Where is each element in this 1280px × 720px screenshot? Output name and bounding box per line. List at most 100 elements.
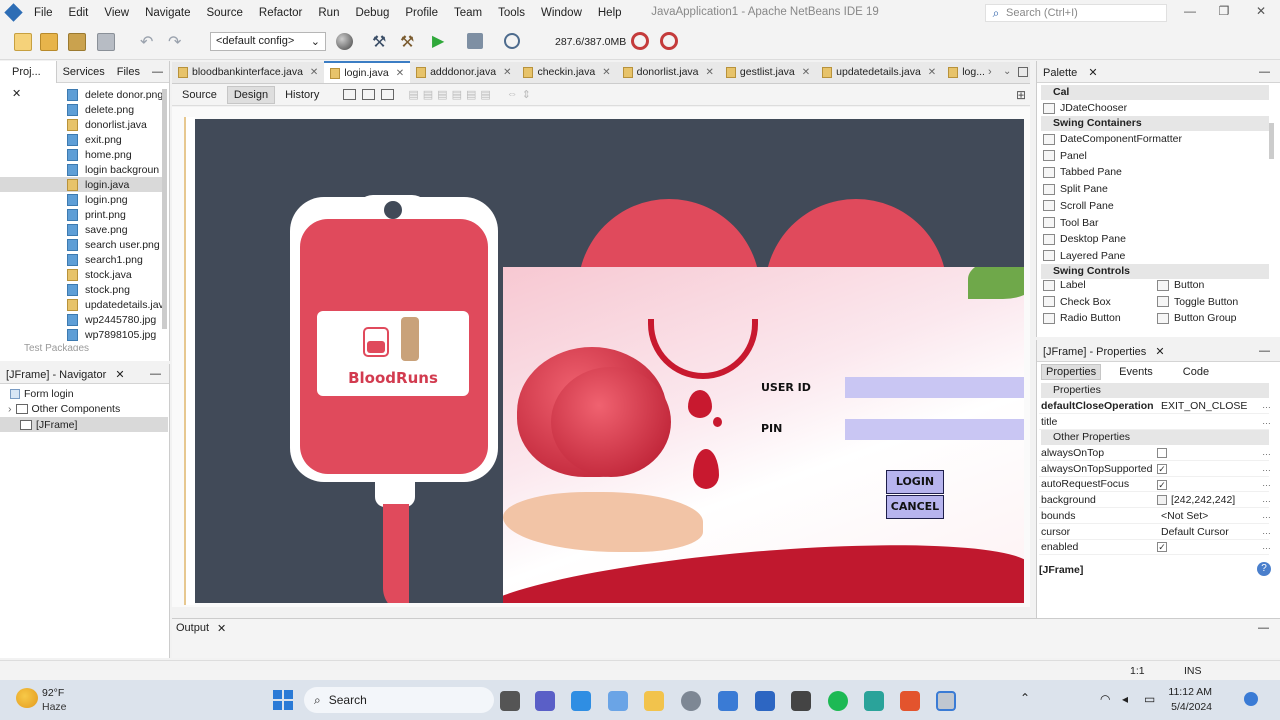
minimize-panel-icon[interactable]: — [146,66,169,78]
ellipsis-icon[interactable]: … [1262,526,1271,536]
property-row[interactable]: defaultCloseOperation EXIT_ON_CLOSE… [1039,398,1271,414]
close-icon[interactable]: ✕ [310,67,318,78]
clock-time[interactable]: 11:12 AM [1168,686,1212,698]
spotify-icon[interactable] [828,691,848,711]
file-tree-item[interactable]: updatedetails.jav [0,297,166,312]
palette-category-swing-containers[interactable]: Swing Containers [1041,116,1269,131]
volume-icon[interactable]: ◂ [1122,692,1128,706]
file-tree-item[interactable]: stock.png [0,282,166,297]
property-row[interactable]: title… [1039,414,1271,430]
memory-indicator[interactable]: 287.6/387.0MB [555,36,626,48]
property-row[interactable]: cursor Default Cursor… [1039,524,1271,540]
editor-tab[interactable]: updatedetails.java ✕ [816,61,942,83]
expand-icon[interactable]: ⊞ [1016,88,1026,102]
property-value[interactable]: ✓ [1157,463,1171,475]
linkedin-icon[interactable] [755,691,775,711]
output-tab[interactable]: Output ✕ [176,622,226,635]
center-horizontal-icon[interactable]: ▤ [437,88,447,101]
close-icon[interactable]: ✕ [602,67,610,78]
profile-icon[interactable] [504,33,520,49]
tab-code[interactable]: Code [1171,364,1221,380]
property-value[interactable]: ✓ [1157,478,1171,490]
property-value[interactable] [1157,447,1171,459]
palette-item[interactable]: Split Pane [1043,183,1108,195]
ellipsis-icon[interactable]: … [1262,400,1271,410]
search-input[interactable]: ⌕ Search (Ctrl+I) [985,4,1167,22]
property-value[interactable]: ✓ [1157,541,1171,553]
menu-debug[interactable]: Debug [347,7,397,19]
palette-item[interactable]: DateComponentFormatter [1043,133,1182,145]
config-select[interactable]: <default config> ⌄ [210,32,326,51]
file-tree-item[interactable]: donorlist.java [0,117,166,132]
align-right-icon[interactable]: ▤ [423,88,433,101]
menu-source[interactable]: Source [198,7,250,19]
file-tree-item[interactable]: delete.png [0,102,166,117]
close-icon[interactable]: ✕ [396,68,404,79]
properties-section-main[interactable]: Properties [1041,383,1269,398]
close-window-button[interactable]: ✕ [1246,4,1276,22]
projects-scrollbar[interactable] [162,89,167,329]
help-icon[interactable]: ? [1257,562,1271,576]
tabs-scroll-right-icon[interactable]: › [988,66,992,78]
file-tree-item[interactable]: home.png [0,147,166,162]
profiler-snapshot-icon[interactable] [660,32,678,50]
ellipsis-icon[interactable]: … [1262,416,1271,426]
palette-item[interactable]: Radio Button [1043,312,1121,324]
ellipsis-icon[interactable]: … [1262,447,1271,457]
history-button[interactable]: History [279,87,325,103]
settings-icon[interactable] [681,691,701,711]
menu-file[interactable]: File [26,7,61,19]
pin-input[interactable] [845,419,1024,440]
color-swatch-icon[interactable] [1157,495,1167,506]
editor-tab[interactable]: gestlist.java ✕ [720,61,816,83]
property-value[interactable]: Default Cursor [1157,526,1229,538]
property-value[interactable] [1157,416,1161,428]
user-id-input[interactable] [845,377,1024,398]
palette-item[interactable]: Button [1157,279,1204,291]
checkbox[interactable]: ✓ [1157,479,1167,490]
teams-icon[interactable] [535,691,555,711]
undo-icon[interactable]: ↶ [140,32,153,52]
checkbox[interactable]: ✓ [1157,542,1167,553]
palette-scrollbar[interactable] [1269,123,1274,159]
property-row[interactable]: autoRequestFocus ✓… [1039,476,1271,493]
palette-item[interactable]: Toggle Button [1157,296,1238,308]
property-row[interactable]: background [242,242,242]… [1039,492,1271,509]
notepad-icon[interactable] [864,691,884,711]
property-value[interactable]: <Not Set> [1157,510,1208,522]
windows-start-icon[interactable] [273,690,293,710]
minimize-panel-icon[interactable]: — [1258,622,1269,634]
menu-edit[interactable]: Edit [61,7,97,19]
close-icon[interactable]: ✕ [217,622,226,635]
taskbar-search[interactable]: ⌕ Search [304,687,494,713]
property-value[interactable]: EXIT_ON_CLOSE [1157,400,1247,412]
palette-item[interactable]: Desktop Pane [1043,233,1126,245]
tab-files[interactable]: Files [111,66,146,78]
selection-mode-icon[interactable] [343,89,357,100]
property-row[interactable]: alwaysOnTop… [1039,445,1271,461]
battery-icon[interactable]: ▭ [1144,692,1155,706]
menu-window[interactable]: Window [533,7,590,19]
palette-item[interactable]: Check Box [1043,296,1111,308]
close-icon[interactable]: ✕ [503,67,511,78]
menu-view[interactable]: View [96,7,137,19]
tabs-list-icon[interactable]: ⌄ [1003,66,1011,77]
menu-team[interactable]: Team [446,7,490,19]
property-row[interactable]: enabled ✓… [1039,539,1271,556]
minimize-button[interactable]: — [1175,4,1205,22]
ellipsis-icon[interactable]: … [1262,478,1271,488]
file-tree-item[interactable]: exit.png [0,132,166,147]
close-icon[interactable]: ✕ [1088,67,1097,79]
login-button[interactable]: LOGIN [886,470,944,494]
resize-horizontal-icon[interactable]: ⇔ [507,88,518,101]
menu-profile[interactable]: Profile [397,7,446,19]
file-tree-item[interactable]: search1.png [0,252,166,267]
menu-navigate[interactable]: Navigate [137,7,198,19]
file-tree-item[interactable]: stock.java [0,267,166,282]
close-icon[interactable]: ✕ [706,67,714,78]
new-project-icon[interactable] [40,33,58,51]
palette-category-swing-controls[interactable]: Swing Controls [1041,264,1269,279]
nav-form-login[interactable]: Form login [10,388,74,400]
checkbox[interactable] [1157,448,1167,459]
file-explorer-icon[interactable] [644,691,664,711]
